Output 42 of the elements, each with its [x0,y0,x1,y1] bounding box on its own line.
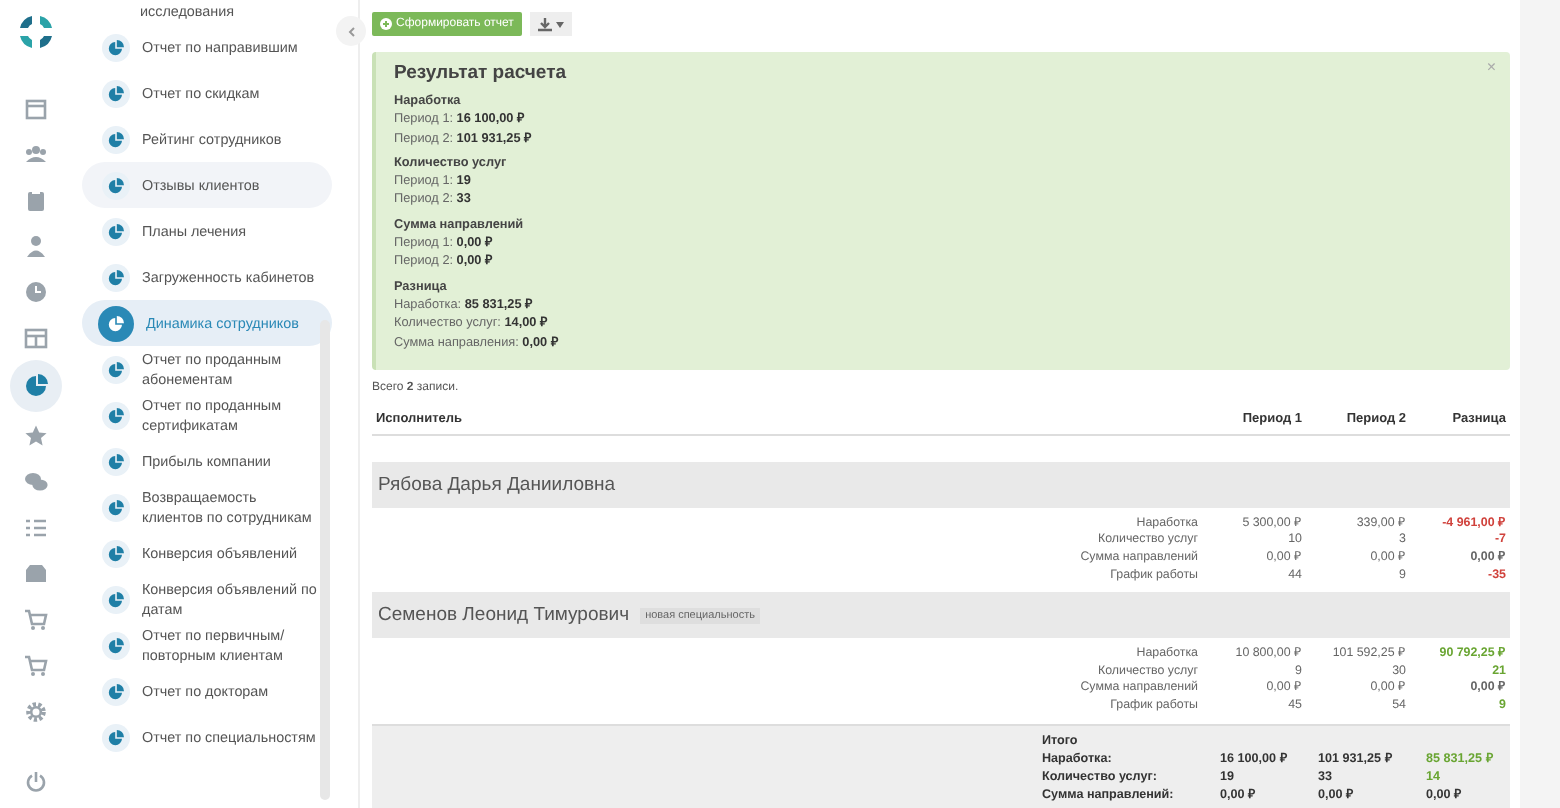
caret-icon [555,21,564,27]
alert-title: Результат расчета [394,62,567,86]
pie-chart-icon [108,131,124,147]
power-icon [23,769,47,793]
employee-name: Рябова Дарья Данииловна [378,473,616,496]
table-icon [23,325,47,349]
clock-icon [23,279,47,303]
nav-button[interactable] [9,360,61,412]
people-icon [23,141,47,165]
tray-icon [23,561,47,585]
pie-chart-icon [108,591,124,607]
scrollbar[interactable] [320,320,330,800]
pie-chart-icon [108,269,124,285]
download-icon [537,17,552,31]
employee-name: Семенов Леонид Тимурович [378,604,630,627]
person-icon [23,233,47,257]
pie-chart-icon [108,683,124,699]
pie-chart-icon [108,39,124,55]
pie-chart-icon [108,177,124,193]
collapse-button[interactable] [336,16,366,46]
clipboard-icon [23,187,47,211]
pie-chart-icon [108,499,124,515]
pie-chart-icon [108,85,124,101]
pie-chart-icon [23,374,47,398]
export-dropdown[interactable] [529,12,572,36]
plus-circle-icon [380,18,392,30]
pie-chart-icon [108,545,124,561]
chat-icon [23,469,47,493]
list-icon [23,515,47,539]
pie-chart-icon [108,223,124,239]
pie-chart-icon [108,315,124,331]
gear-icon [23,699,47,723]
chevron-left-icon [345,25,357,37]
pie-chart-icon [108,407,124,423]
pie-chart-icon [108,453,124,469]
pie-chart-icon [108,361,124,377]
pie-chart-icon [108,637,124,653]
calendar-icon [23,95,47,119]
cart-icon [23,653,47,677]
star-icon [23,423,47,447]
cart-icon [23,607,47,631]
pie-chart-icon [108,729,124,745]
